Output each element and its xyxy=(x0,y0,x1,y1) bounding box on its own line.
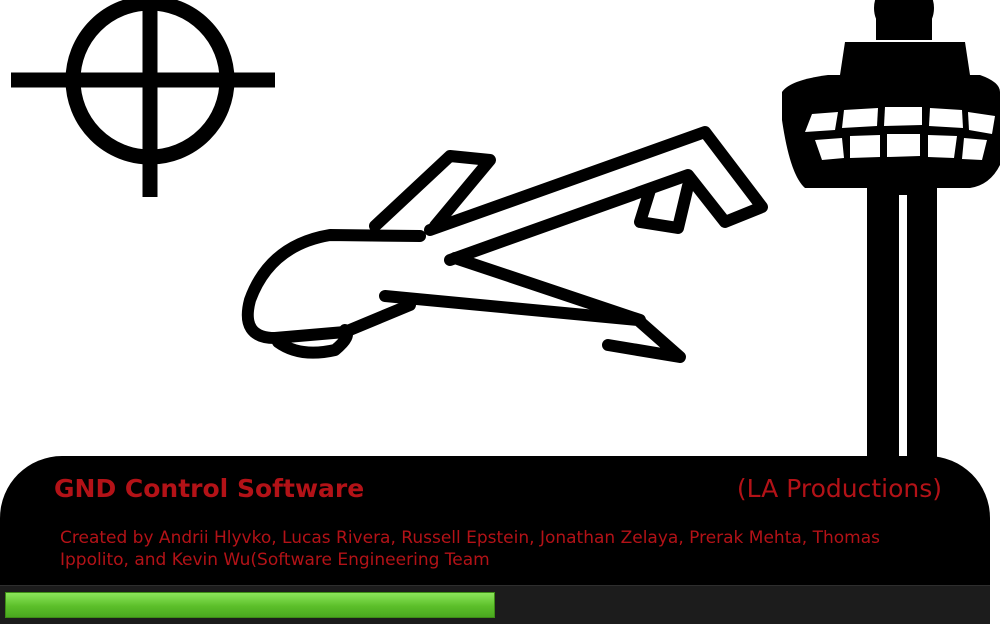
company-name: (LA Productions) xyxy=(736,474,942,503)
drone-icon xyxy=(241,126,768,363)
crosshair-icon xyxy=(11,0,275,197)
credits-text: Created by Andrii Hlyvko, Lucas Rivera, … xyxy=(60,528,880,570)
progress-fill xyxy=(5,592,495,618)
app-title: GND Control Software xyxy=(54,474,365,503)
control-tower-icon xyxy=(782,0,1000,460)
loading-progress-bar xyxy=(0,585,990,624)
